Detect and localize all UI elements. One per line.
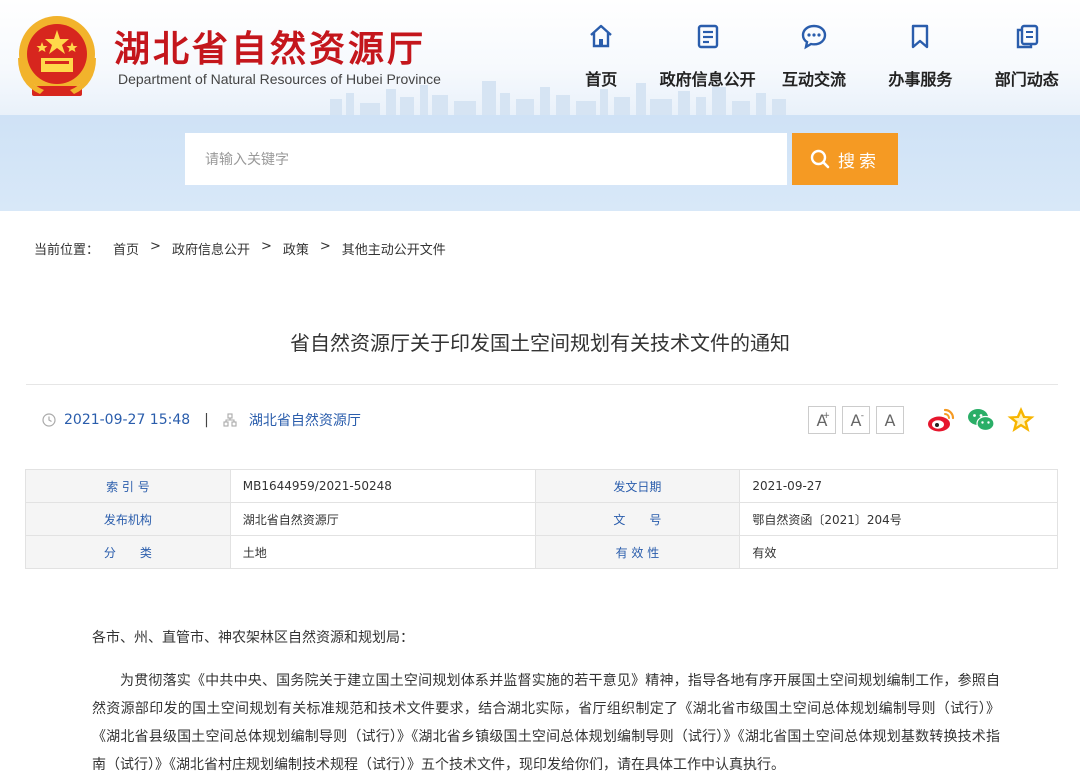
breadcrumb-item-other-files[interactable]: 其他主动公开文件 — [342, 239, 446, 258]
font-default-button[interactable]: A — [876, 406, 904, 434]
home-icon — [590, 24, 612, 48]
info-key: 文 号 — [534, 502, 741, 536]
article-body: 各市、州、直管市、神农架林区自然资源和规划局： 为贯彻落实《中共中央、国务院关于… — [92, 627, 1000, 779]
table-row: 分 类 土地 有 效 性 有效 — [25, 535, 1058, 569]
publish-source: 湖北省自然资源厅 — [248, 413, 361, 429]
main-nav: 首页 政府信息公开 互动交流 办事服务 部门动态 — [548, 18, 1080, 98]
info-key: 索 引 号 — [25, 469, 231, 503]
info-value: 有效 — [739, 535, 1058, 569]
bookmark-icon — [912, 24, 929, 49]
search-button-label: 搜索 — [838, 151, 880, 172]
nav-item-gov-info[interactable]: 政府信息公开 — [654, 18, 760, 98]
breadcrumb-item-gov-info[interactable]: 政府信息公开 — [172, 239, 250, 258]
document-info-table: 索 引 号 MB1644959/2021-50248 发文日期 2021-09-… — [25, 469, 1058, 569]
content-panel: 当前位置： 首页 > 政府信息公开 > 政策 > 其他主动公开文件 省自然资源厅… — [8, 211, 1072, 780]
info-key: 发文日期 — [534, 469, 741, 503]
site-title: 湖北省自然资源厅 — [114, 28, 427, 70]
font-size-controls: A + A- A — [808, 406, 904, 434]
search-bar-area: 请输入关键字 搜索 — [0, 115, 1080, 211]
share-bar — [926, 405, 1036, 435]
nav-item-news[interactable]: 部门动态 — [974, 18, 1080, 98]
nav-item-services[interactable]: 办事服务 — [867, 18, 973, 98]
nav-label: 部门动态 — [994, 70, 1059, 89]
font-increase-button[interactable]: A + — [808, 406, 836, 434]
clock-icon — [42, 413, 56, 427]
copy-icon — [1016, 24, 1038, 49]
font-minus-mark: - — [860, 411, 864, 421]
search-icon — [810, 149, 830, 169]
publish-datetime: 2021-09-27 15:48 — [64, 412, 191, 428]
nav-item-home[interactable]: 首页 — [548, 18, 654, 98]
breadcrumb-item-home[interactable]: 首页 — [113, 239, 139, 258]
wechat-icon[interactable] — [966, 405, 996, 435]
nav-label: 互动交流 — [781, 70, 846, 89]
breadcrumb-separator: > — [260, 239, 272, 254]
info-value: 湖北省自然资源厅 — [229, 502, 536, 536]
nav-label: 首页 — [585, 70, 618, 89]
document-icon — [697, 24, 718, 49]
article-title: 省自然资源厅关于印发国土空间规划有关技术文件的通知 — [290, 331, 790, 355]
article-greeting: 各市、州、直管市、神农架林区自然资源和规划局： — [92, 630, 414, 646]
table-row: 发布机构 湖北省自然资源厅 文 号 鄂自然资函〔2021〕204号 — [25, 502, 1058, 536]
font-plus-mark: + — [822, 411, 830, 421]
nav-label: 办事服务 — [888, 70, 953, 89]
meta-separator: | — [204, 412, 209, 428]
breadcrumb-prefix: 当前位置： — [34, 243, 100, 258]
info-key: 有 效 性 — [534, 535, 741, 569]
font-button-label: A — [884, 410, 896, 430]
search-input[interactable]: 请输入关键字 — [185, 133, 787, 185]
favorite-star-icon[interactable] — [1006, 405, 1036, 435]
info-value: 鄂自然资函〔2021〕204号 — [739, 502, 1058, 536]
site-subtitle: Department of Natural Resources of Hubei… — [118, 71, 441, 87]
national-emblem-icon — [18, 16, 96, 96]
table-row: 索 引 号 MB1644959/2021-50248 发文日期 2021-09-… — [25, 469, 1058, 503]
info-value: 土地 — [229, 535, 536, 569]
nav-label: 政府信息公开 — [659, 70, 756, 89]
weibo-icon[interactable] — [926, 405, 956, 435]
info-key: 分 类 — [25, 535, 231, 569]
search-button[interactable]: 搜索 — [792, 133, 898, 185]
info-value: MB1644959/2021-50248 — [229, 469, 536, 503]
breadcrumb-separator: > — [150, 239, 161, 254]
font-decrease-button[interactable]: A- — [842, 406, 870, 434]
breadcrumb-separator: > — [319, 239, 331, 254]
organization-icon — [223, 413, 237, 427]
breadcrumb-item-policy[interactable]: 政策 — [283, 239, 309, 258]
site-header: 湖北省自然资源厅 Department of Natural Resources… — [0, 0, 1080, 115]
article-paragraph: 为贯彻落实《中共中央、国务院关于建立国土空间规划体系并监督实施的若干意见》精神，… — [92, 673, 1000, 773]
chat-icon — [801, 24, 827, 50]
info-value: 2021-09-27 — [739, 469, 1058, 503]
breadcrumb: 当前位置： 首页 > 政府信息公开 > 政策 > 其他主动公开文件 — [34, 239, 446, 258]
title-divider — [26, 384, 1058, 385]
article-meta: 2021-09-27 15:48 | 湖北省自然资源厅 — [42, 410, 361, 430]
info-key: 发布机构 — [25, 502, 231, 536]
nav-item-interaction[interactable]: 互动交流 — [761, 18, 867, 98]
